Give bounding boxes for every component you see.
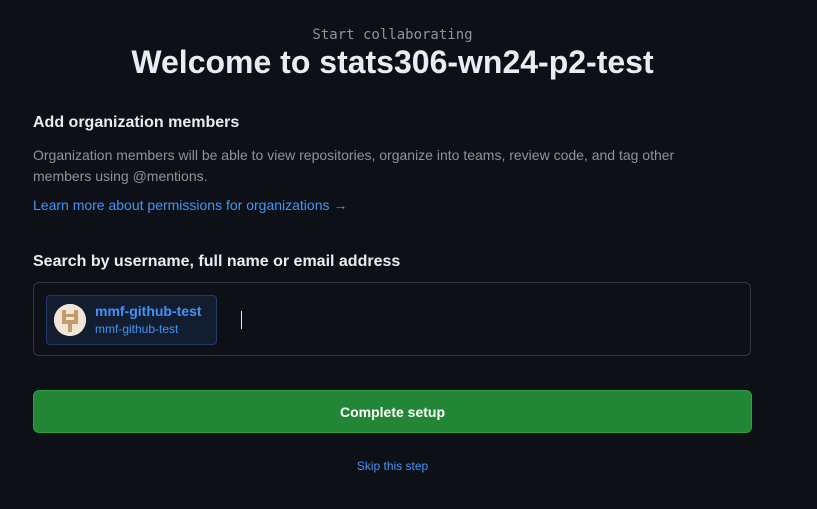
page-kicker: Start collaborating (312, 27, 473, 43)
avatar-pattern-icon (54, 304, 86, 336)
text-cursor (241, 311, 242, 329)
complete-setup-button[interactable]: Complete setup (33, 390, 752, 433)
section-title: Add organization members (33, 114, 240, 131)
setup-page: Start collaborating Welcome to stats306-… (0, 0, 817, 509)
page-title: Welcome to stats306-wn24-p2-test (131, 44, 654, 80)
member-search-field[interactable]: mmf-github-test mmf-github-test (33, 282, 751, 356)
member-name: mmf-github-test (95, 303, 202, 319)
skip-step-link[interactable]: Skip this step (0, 459, 785, 473)
selected-member-chip[interactable]: mmf-github-test mmf-github-test (46, 295, 217, 345)
identicon-avatar (54, 304, 86, 336)
learn-more-link[interactable]: Learn more about permissions for organiz… (33, 197, 347, 213)
section-description: Organization members will be able to vie… (33, 147, 675, 184)
search-label: Search by username, full name or email a… (33, 253, 401, 270)
member-login: mmf-github-test (95, 322, 179, 336)
